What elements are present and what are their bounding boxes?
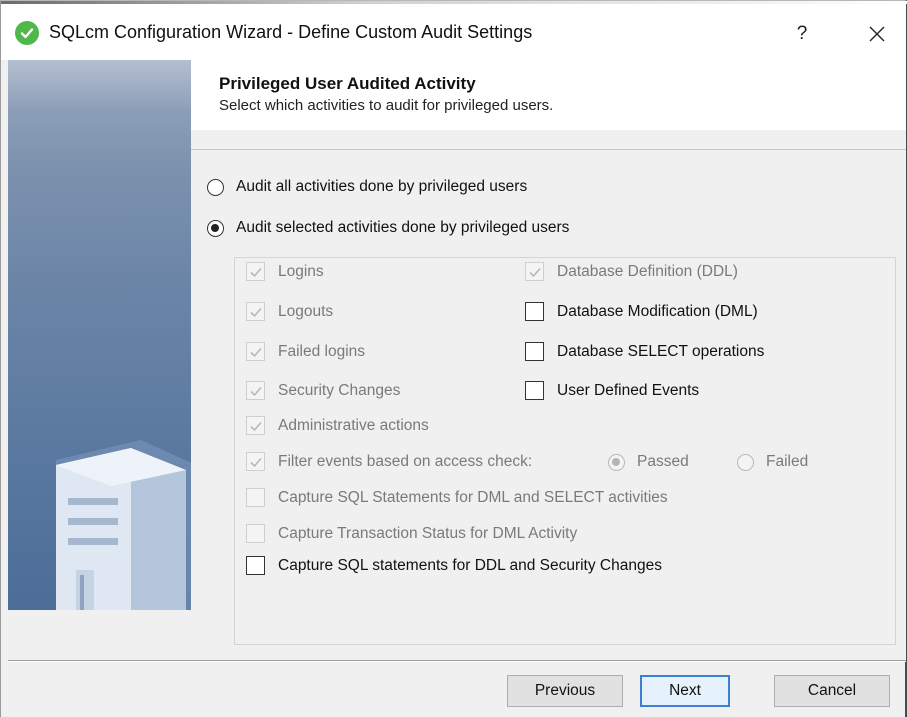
logouts-checkbox-row[interactable]: Logouts bbox=[246, 302, 333, 321]
capture-sql-dml-checkbox[interactable] bbox=[246, 488, 265, 507]
close-icon bbox=[869, 26, 885, 42]
audit-selected-label: Audit selected activities done by privil… bbox=[236, 219, 570, 236]
dml-label: Database Modification (DML) bbox=[557, 302, 758, 320]
wizard-content: Privileged User Audited Activity Select … bbox=[191, 60, 906, 660]
help-button[interactable]: ? bbox=[787, 14, 817, 54]
filter-access-checkbox[interactable] bbox=[246, 452, 265, 471]
logouts-checkbox[interactable] bbox=[246, 302, 265, 321]
next-button[interactable]: Next bbox=[640, 675, 730, 707]
access-passed-label: Passed bbox=[637, 453, 689, 470]
page-subtitle: Select which activities to audit for pri… bbox=[219, 97, 554, 114]
ddl-label: Database Definition (DDL) bbox=[557, 262, 738, 280]
select-ops-checkbox[interactable] bbox=[525, 342, 544, 361]
header-divider bbox=[191, 149, 906, 150]
checkmark-icon bbox=[249, 267, 262, 277]
checkmark-icon bbox=[249, 421, 262, 431]
filter-access-checkbox-row[interactable]: Filter events based on access check: bbox=[246, 452, 532, 471]
close-button[interactable] bbox=[857, 14, 897, 54]
select-ops-label: Database SELECT operations bbox=[557, 342, 765, 360]
select-ops-checkbox-row[interactable]: Database SELECT operations bbox=[525, 342, 764, 361]
failed-logins-label: Failed logins bbox=[278, 342, 366, 360]
user-defined-label: User Defined Events bbox=[557, 381, 700, 399]
header-panel: Privileged User Audited Activity Select … bbox=[191, 60, 906, 130]
ddl-checkbox-row[interactable]: Database Definition (DDL) bbox=[525, 262, 738, 281]
capture-txn-label: Capture Transaction Status for DML Activ… bbox=[278, 524, 578, 542]
logouts-label: Logouts bbox=[278, 302, 334, 320]
logins-label: Logins bbox=[278, 262, 324, 280]
security-changes-checkbox[interactable] bbox=[246, 381, 265, 400]
access-failed-radio[interactable] bbox=[737, 453, 754, 471]
capture-sql-ddl-checkbox-row[interactable]: Capture SQL statements for DDL and Secur… bbox=[246, 556, 662, 575]
filter-access-label: Filter events based on access check: bbox=[278, 452, 533, 470]
admin-actions-checkbox-row[interactable]: Administrative actions bbox=[246, 416, 429, 435]
checkmark-icon bbox=[249, 386, 262, 396]
window-title: SQLcm Configuration Wizard - Define Cust… bbox=[49, 22, 533, 42]
audit-all-radio[interactable] bbox=[207, 178, 224, 196]
footer-divider bbox=[8, 660, 906, 662]
server-tower-icon bbox=[56, 440, 191, 610]
access-passed-radio-row[interactable]: Passed bbox=[608, 453, 689, 471]
sidebar-shine bbox=[8, 60, 191, 110]
access-passed-radio[interactable] bbox=[608, 453, 625, 471]
audit-all-radio-row[interactable]: Audit all activities done by privileged … bbox=[207, 178, 527, 196]
user-defined-checkbox[interactable] bbox=[525, 381, 544, 400]
dml-checkbox-row[interactable]: Database Modification (DML) bbox=[525, 302, 758, 321]
checkmark-icon bbox=[249, 307, 262, 317]
logins-checkbox[interactable] bbox=[246, 262, 265, 281]
admin-actions-label: Administrative actions bbox=[278, 416, 429, 434]
access-failed-label: Failed bbox=[766, 453, 809, 470]
audit-selected-radio-row[interactable]: Audit selected activities done by privil… bbox=[207, 219, 569, 237]
user-defined-checkbox-row[interactable]: User Defined Events bbox=[525, 381, 699, 400]
capture-sql-dml-label: Capture SQL Statements for DML and SELEC… bbox=[278, 488, 668, 506]
checkmark-icon bbox=[528, 267, 541, 277]
dml-checkbox[interactable] bbox=[525, 302, 544, 321]
checkmark-icon bbox=[249, 347, 262, 357]
access-failed-radio-row[interactable]: Failed bbox=[737, 453, 808, 471]
wizard-window: SQLcm Configuration Wizard - Define Cust… bbox=[0, 0, 907, 717]
title-bar: SQLcm Configuration Wizard - Define Cust… bbox=[1, 4, 906, 60]
page-title: Privileged User Audited Activity bbox=[219, 74, 476, 93]
failed-logins-checkbox[interactable] bbox=[246, 342, 265, 361]
capture-sql-ddl-label: Capture SQL statements for DDL and Secur… bbox=[278, 556, 662, 574]
capture-txn-checkbox-row[interactable]: Capture Transaction Status for DML Activ… bbox=[246, 524, 577, 543]
checkmark-icon bbox=[249, 457, 262, 467]
security-changes-checkbox-row[interactable]: Security Changes bbox=[246, 381, 400, 400]
app-check-icon bbox=[15, 21, 39, 45]
cancel-button[interactable]: Cancel bbox=[774, 675, 890, 707]
capture-sql-ddl-checkbox[interactable] bbox=[246, 556, 265, 575]
security-changes-label: Security Changes bbox=[278, 381, 401, 399]
capture-sql-dml-checkbox-row[interactable]: Capture SQL Statements for DML and SELEC… bbox=[246, 488, 668, 507]
wizard-sidebar-banner bbox=[8, 60, 191, 610]
capture-txn-checkbox[interactable] bbox=[246, 524, 265, 543]
admin-actions-checkbox[interactable] bbox=[246, 416, 265, 435]
previous-button[interactable]: Previous bbox=[507, 675, 623, 707]
ddl-checkbox[interactable] bbox=[525, 262, 544, 281]
audit-all-label: Audit all activities done by privileged … bbox=[236, 178, 528, 195]
logins-checkbox-row[interactable]: Logins bbox=[246, 262, 324, 281]
failed-logins-checkbox-row[interactable]: Failed logins bbox=[246, 342, 365, 361]
audit-selected-radio[interactable] bbox=[207, 219, 224, 237]
